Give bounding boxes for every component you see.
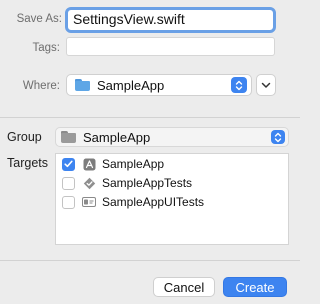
checkmark-icon [64, 160, 73, 168]
target-row-sampleappuitests[interactable]: SampleAppUITests [62, 193, 204, 211]
create-button[interactable]: Create [223, 277, 287, 297]
popup-stepper-icon [231, 77, 247, 93]
targets-list: SampleApp SampleAppTests SampleAppUITest… [55, 153, 289, 245]
checkbox[interactable] [62, 176, 75, 190]
group-label: Group [7, 130, 42, 144]
target-name: SampleApp [102, 157, 165, 171]
test-bundle-icon [82, 176, 96, 190]
target-name: SampleAppTests [102, 176, 193, 190]
cancel-button[interactable]: Cancel [153, 277, 215, 297]
where-popup[interactable]: SampleApp [66, 74, 252, 96]
where-value: SampleApp [97, 77, 165, 93]
chevron-down-icon [261, 82, 271, 88]
group-value: SampleApp [83, 129, 151, 145]
target-name: SampleAppUITests [102, 195, 205, 209]
divider [0, 117, 300, 118]
ui-test-bundle-icon [82, 195, 96, 209]
app-icon [82, 157, 96, 171]
folder-icon [61, 131, 76, 143]
folder-icon [75, 79, 90, 91]
checkbox[interactable] [62, 195, 75, 209]
save-as-label: Save As: [16, 13, 62, 25]
tags-label: Tags: [32, 42, 61, 54]
target-row-sampleapp[interactable]: SampleApp [62, 155, 164, 173]
expand-button[interactable] [256, 74, 276, 96]
target-row-sampleapptests[interactable]: SampleAppTests [62, 174, 192, 192]
checkbox[interactable] [62, 157, 75, 171]
divider [0, 260, 300, 261]
where-label: Where: [22, 80, 60, 92]
popup-stepper-icon [271, 130, 285, 144]
group-popup[interactable]: SampleApp [55, 127, 289, 147]
targets-label: Targets [7, 156, 48, 170]
tags-field[interactable] [66, 37, 275, 56]
save-as-field[interactable]: SettingsView.swift [65, 7, 276, 33]
